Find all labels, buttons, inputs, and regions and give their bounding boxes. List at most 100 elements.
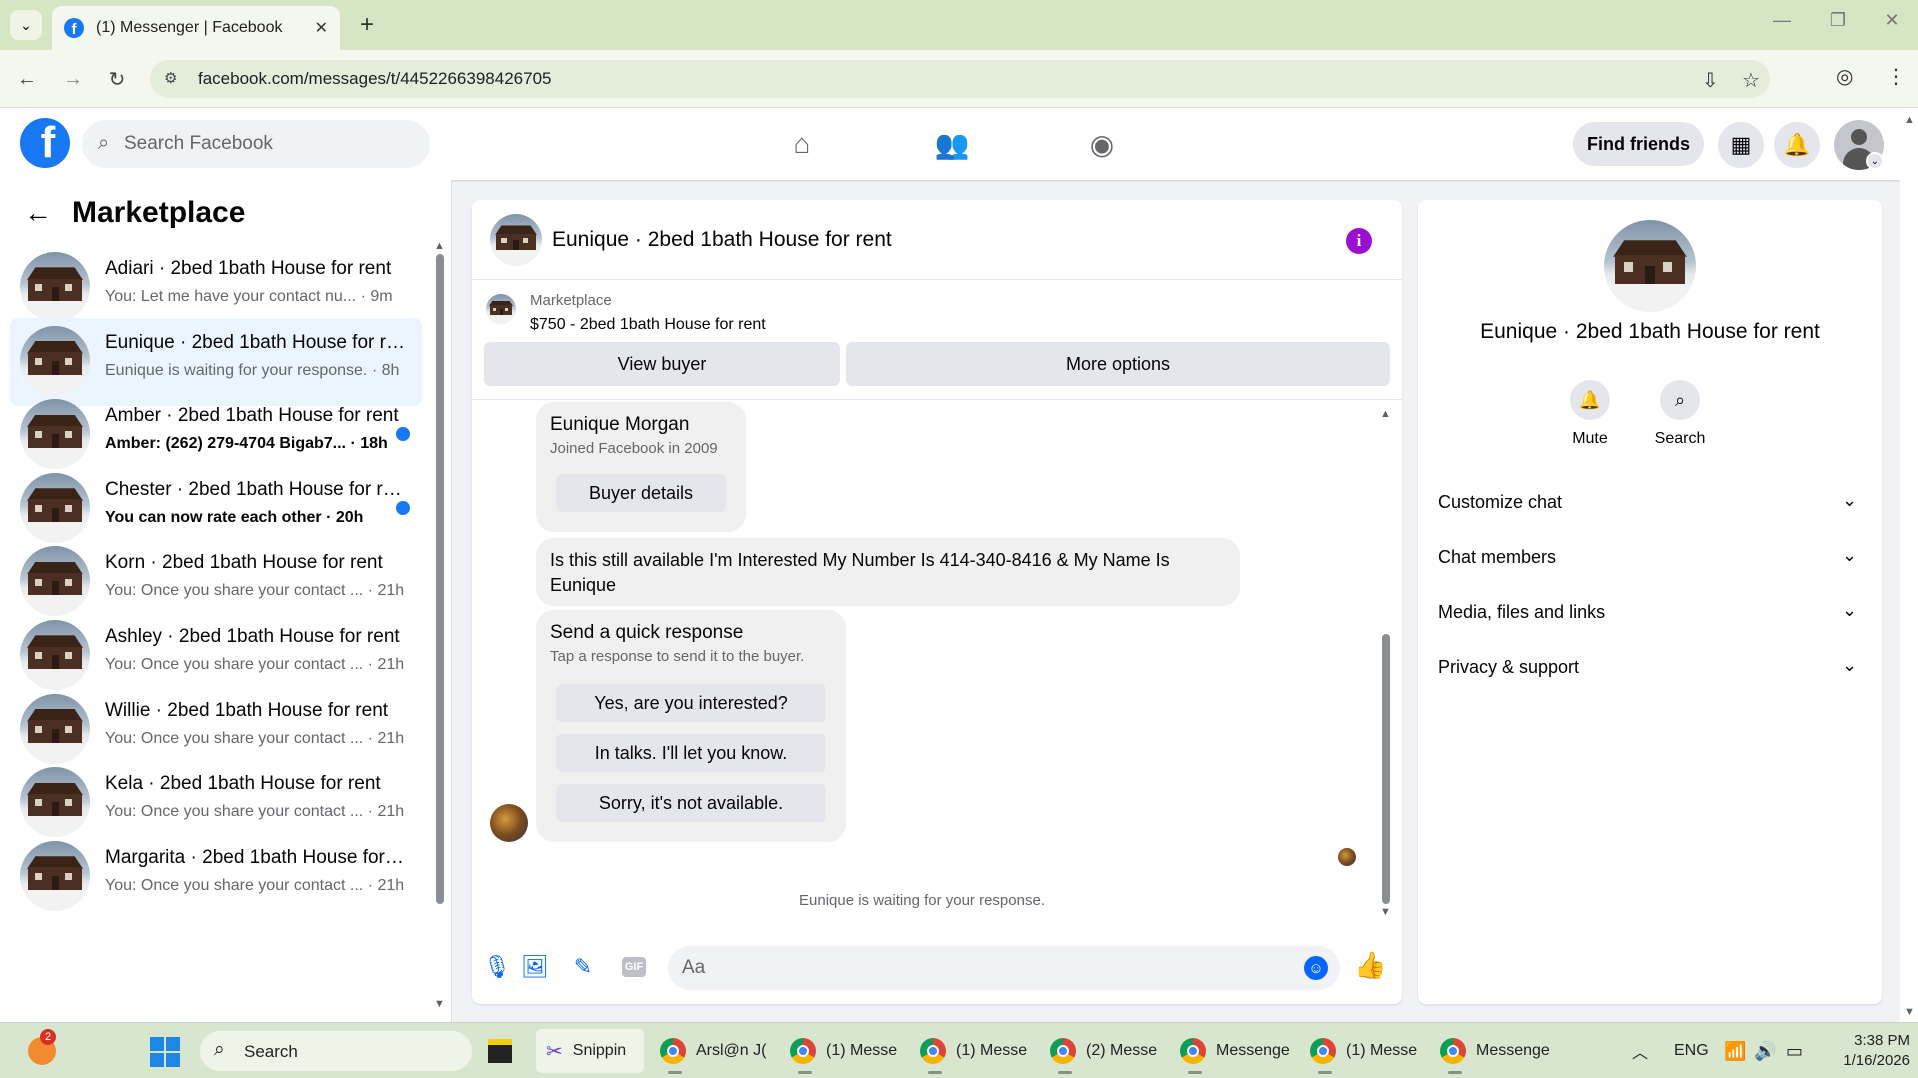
browser-tab-messenger[interactable]: f (1) Messenger | Facebook ✕ [52,6,340,50]
taskbar-chrome-window[interactable]: (1) Messe [920,1029,1038,1073]
photo-icon[interactable]: 🖼 [520,952,550,982]
conversation-avatar [20,399,90,470]
quick-response-in-talks[interactable]: In talks. I'll let you know. [556,734,826,772]
buyer-message-bubble: Is this still available I'm Interested M… [536,538,1240,606]
friends-icon[interactable]: 👥 [922,120,982,168]
language-indicator[interactable]: ENG [1674,1029,1709,1073]
thumbs-up-icon[interactable]: 👍 [1354,950,1386,981]
install-app-icon[interactable]: ⇩ [1702,68,1719,93]
chrome-icon [790,1038,816,1064]
taskbar-chrome-window[interactable]: (1) Messe [1310,1029,1428,1073]
account-chevron-icon[interactable]: ⌄ [1866,152,1884,170]
taskbar-chrome-window[interactable]: Arsl@n J( [660,1029,778,1073]
conversation-avatar [20,767,90,838]
taskbar-search-label: Search [244,1042,298,1061]
volume-icon[interactable]: 🔊 [1754,1029,1776,1073]
sticky-notes-icon[interactable] [488,1029,516,1073]
tab-close-icon[interactable]: ✕ [315,18,328,38]
conversation-preview: You: Once you share your contact ... · 2… [105,582,405,600]
info-icon[interactable]: i [1346,228,1372,254]
chat-members-row[interactable]: Chat members ⌄ [1438,537,1862,577]
tab-search-button[interactable]: ⌄ [10,10,42,40]
conversation-preview: You: Once you share your contact ... · 2… [105,803,405,821]
taskbar-search[interactable]: ⌕ Search [200,1031,472,1071]
tab-title: (1) Messenger | Facebook [96,19,283,36]
customize-chat-row[interactable]: Customize chat ⌄ [1438,482,1862,522]
taskbar-item-label: (2) Messe [1086,1042,1158,1059]
chrome-icon [920,1038,946,1064]
conversation-title: Margarita · 2bed 1bath House for rent [105,846,405,868]
forward-button[interactable]: → [56,62,90,96]
sender-avatar[interactable] [490,804,528,842]
conversation-title: Ashley · 2bed 1bath House for rent [105,626,400,647]
search-icon: ⌕ [214,1039,225,1060]
reload-button[interactable]: ↻ [100,62,134,96]
message-input-wrap[interactable]: ☺ [668,946,1340,990]
minimize-button[interactable]: — [1762,10,1802,31]
back-button[interactable]: ← [10,62,44,96]
battery-icon[interactable]: ▭ [1786,1029,1803,1073]
site-info-icon[interactable]: ⚙ [164,69,184,89]
buyer-name: Eunique Morgan [550,414,690,435]
home-icon[interactable]: ⌂ [772,120,832,168]
bookmark-star-icon[interactable]: ☆ [1742,68,1760,93]
windows-start-icon[interactable] [150,1037,180,1067]
quick-response-not-available[interactable]: Sorry, it's not available. [556,784,826,822]
taskbar-clock[interactable]: 3:38 PM 1/16/2026 [1820,1031,1910,1071]
taskbar-snipping-tool[interactable]: ✂ Snippin [536,1029,644,1073]
emoji-icon[interactable]: ☺ [1304,956,1328,980]
buyer-info-card: Eunique Morgan Joined Facebook in 2009 B… [536,402,746,532]
taskbar-item-label: (1) Messe [826,1042,898,1059]
sticker-icon[interactable]: ✎ [568,952,598,982]
chat-title[interactable]: Eunique · 2bed 1bath House for rent [552,228,892,252]
chat-scrollbar[interactable]: ▲ ▼ [1380,408,1392,918]
taskbar-item-label: Arsl@n J( [696,1042,767,1059]
profile-icon[interactable]: ◎ [1836,64,1853,89]
close-window-button[interactable]: ✕ [1872,10,1912,31]
menu-grid-icon[interactable]: ▦ [1718,122,1764,168]
restore-button[interactable]: ❐ [1818,10,1858,31]
notifications-bell-icon[interactable]: 🔔 [1774,122,1820,168]
taskbar-chrome-window[interactable]: (2) Messe [1050,1029,1168,1073]
more-options-button[interactable]: More options [846,342,1390,386]
show-hidden-icons[interactable]: ︿ [1632,1029,1648,1073]
taskbar-item-label: Messenge [1216,1042,1290,1059]
conversation-title: Chester · 2bed 1bath House for rent [105,478,405,500]
quick-response-yes[interactable]: Yes, are you interested? [556,684,826,722]
wifi-icon[interactable]: 📶 [1724,1029,1746,1073]
facebook-search-input[interactable] [124,120,414,168]
privacy-support-label: Privacy & support [1438,657,1580,677]
media-files-links-row[interactable]: Media, files and links ⌄ [1438,592,1862,632]
mute-button[interactable]: 🔔 Mute [1550,380,1630,448]
facebook-logo-icon[interactable]: f [20,118,70,168]
taskbar-chrome-window[interactable]: Messenge [1180,1029,1298,1073]
conversation-title: Kela · 2bed 1bath House for rent [105,773,381,795]
conversation-avatar [20,472,90,543]
chat-list-scrollbar[interactable]: ▲ ▼ [434,240,446,1010]
address-bar[interactable]: ⚙ facebook.com/messages/t/44522663984267… [150,60,1770,98]
browser-menu-icon[interactable]: ⋮ [1886,64,1906,89]
find-friends-button[interactable]: Find friends [1573,122,1704,166]
privacy-support-row[interactable]: Privacy & support ⌄ [1438,647,1862,687]
chat-avatar[interactable] [490,214,542,266]
taskbar-chrome-window[interactable]: Messenge [1440,1029,1558,1073]
chevron-down-icon: ⌄ [1842,655,1858,675]
search-in-chat-button[interactable]: ⌕ Search [1640,380,1720,448]
gif-icon[interactable]: GIF [622,957,646,977]
conversation-item[interactable]: Margarita · 2bed 1bath House for rent You… [10,833,422,921]
chat-header: Eunique · 2bed 1bath House for rent i [472,200,1402,280]
conversation-title: Willie · 2bed 1bath House for rent [105,699,389,721]
message-input[interactable] [682,946,1262,990]
groups-icon[interactable]: ◉ [1072,120,1132,168]
listing-price[interactable]: $750 - 2bed 1bath House for rent [530,316,766,334]
back-arrow-icon[interactable]: ← [24,197,52,229]
view-buyer-button[interactable]: View buyer [484,342,840,386]
new-tab-button[interactable]: + [352,10,382,40]
details-avatar[interactable] [1604,220,1696,312]
page-scrollbar[interactable]: ▲ ▼ [1900,108,1918,1022]
taskbar-chrome-window[interactable]: (1) Messe [790,1029,908,1073]
chrome-icon [660,1038,686,1064]
facebook-search[interactable]: ⌕ [82,120,430,168]
buyer-details-button[interactable]: Buyer details [556,474,726,512]
microphone-icon[interactable]: 🎙 [482,952,512,982]
